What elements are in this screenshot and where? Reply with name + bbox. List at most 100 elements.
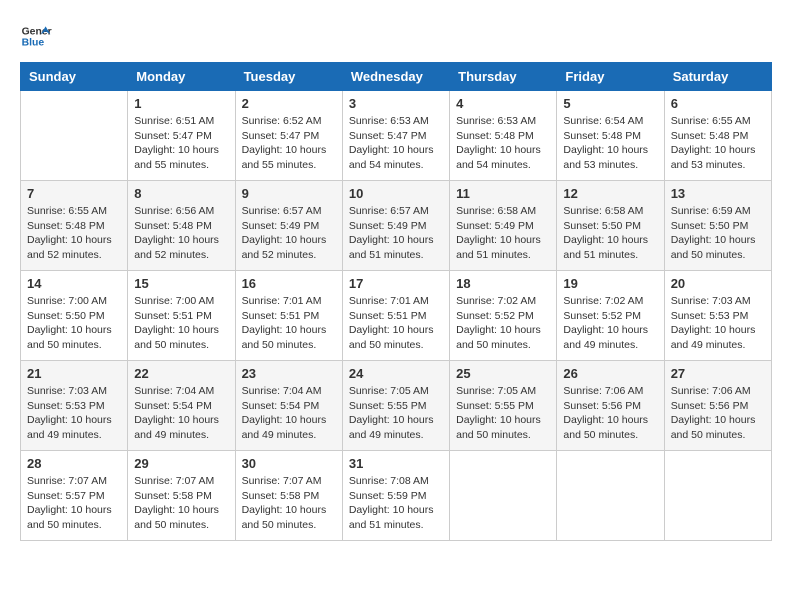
day-number: 24 [349, 366, 443, 381]
calendar-cell: 18 Sunrise: 7:02 AMSunset: 5:52 PMDayligh… [450, 271, 557, 361]
page-header: General Blue [20, 20, 772, 52]
day-number: 11 [456, 186, 550, 201]
svg-text:Blue: Blue [22, 38, 45, 49]
calendar-cell: 23 Sunrise: 7:04 AMSunset: 5:54 PMDayligh… [235, 361, 342, 451]
day-number: 25 [456, 366, 550, 381]
calendar-cell: 6Sunrise: 6:55 AMSunset: 5:48 PMDaylight… [664, 91, 771, 181]
day-info: Sunrise: 7:02 AMSunset: 5:52 PMDaylight:… [563, 294, 657, 353]
day-number: 23 [242, 366, 336, 381]
day-number: 22 [134, 366, 228, 381]
weekday-header-tuesday: Tuesday [235, 63, 342, 91]
day-info: Sunrise: 7:01 AMSunset: 5:51 PMDaylight:… [242, 294, 336, 353]
day-number: 4 [456, 96, 550, 111]
day-info: Sunrise: 6:56 AMSunset: 5:48 PMDaylight:… [134, 204, 228, 263]
weekday-header-wednesday: Wednesday [342, 63, 449, 91]
day-info: Sunrise: 6:57 AMSunset: 5:49 PMDaylight:… [349, 204, 443, 263]
logo: General Blue [20, 20, 52, 52]
calendar-cell: 17 Sunrise: 7:01 AMSunset: 5:51 PMDayligh… [342, 271, 449, 361]
day-info: Sunrise: 6:58 AMSunset: 5:49 PMDaylight:… [456, 204, 550, 263]
day-number: 7 [27, 186, 121, 201]
day-info: Sunrise: 6:57 AMSunset: 5:49 PMDaylight:… [242, 204, 336, 263]
day-info: Sunrise: 6:52 AMSunset: 5:47 PMDaylight:… [242, 114, 336, 173]
calendar-cell: 4 Sunrise: 6:53 AMSunset: 5:48 PMDaylight… [450, 91, 557, 181]
day-number: 27 [671, 366, 765, 381]
calendar-week-4: 21Sunrise: 7:03 AMSunset: 5:53 PMDayligh… [21, 361, 772, 451]
calendar-week-2: 7 Sunrise: 6:55 AMSunset: 5:48 PMDaylight… [21, 181, 772, 271]
weekday-header-row: SundayMondayTuesdayWednesdayThursdayFrid… [21, 63, 772, 91]
calendar-cell: 3Sunrise: 6:53 AMSunset: 5:47 PMDaylight… [342, 91, 449, 181]
day-info: Sunrise: 6:53 AMSunset: 5:48 PMDaylight:… [456, 114, 550, 173]
calendar-week-3: 14 Sunrise: 7:00 AMSunset: 5:50 PMDayligh… [21, 271, 772, 361]
calendar-cell: 14 Sunrise: 7:00 AMSunset: 5:50 PMDayligh… [21, 271, 128, 361]
day-number: 31 [349, 456, 443, 471]
day-number: 6 [671, 96, 765, 111]
calendar-cell: 9 Sunrise: 6:57 AMSunset: 5:49 PMDaylight… [235, 181, 342, 271]
day-info: Sunrise: 7:00 AMSunset: 5:51 PMDaylight:… [134, 294, 228, 353]
calendar-cell: 16Sunrise: 7:01 AMSunset: 5:51 PMDayligh… [235, 271, 342, 361]
calendar-cell: 26 Sunrise: 7:06 AMSunset: 5:56 PMDayligh… [557, 361, 664, 451]
day-number: 19 [563, 276, 657, 291]
weekday-header-monday: Monday [128, 63, 235, 91]
day-number: 26 [563, 366, 657, 381]
calendar-cell: 25 Sunrise: 7:05 AMSunset: 5:55 PMDayligh… [450, 361, 557, 451]
day-number: 9 [242, 186, 336, 201]
calendar-cell: 28 Sunrise: 7:07 AMSunset: 5:57 PMDayligh… [21, 451, 128, 541]
calendar-cell: 31Sunrise: 7:08 AMSunset: 5:59 PMDayligh… [342, 451, 449, 541]
calendar-cell: 24 Sunrise: 7:05 AMSunset: 5:55 PMDayligh… [342, 361, 449, 451]
day-number: 8 [134, 186, 228, 201]
day-number: 20 [671, 276, 765, 291]
day-info: Sunrise: 6:58 AMSunset: 5:50 PMDaylight:… [563, 204, 657, 263]
day-number: 3 [349, 96, 443, 111]
day-info: Sunrise: 6:51 AMSunset: 5:47 PMDaylight:… [134, 114, 228, 173]
calendar-cell: 19 Sunrise: 7:02 AMSunset: 5:52 PMDayligh… [557, 271, 664, 361]
calendar-cell: 5Sunrise: 6:54 AMSunset: 5:48 PMDaylight… [557, 91, 664, 181]
day-number: 14 [27, 276, 121, 291]
day-number: 30 [242, 456, 336, 471]
day-number: 17 [349, 276, 443, 291]
day-number: 21 [27, 366, 121, 381]
day-info: Sunrise: 7:05 AMSunset: 5:55 PMDaylight:… [349, 384, 443, 443]
day-info: Sunrise: 7:05 AMSunset: 5:55 PMDaylight:… [456, 384, 550, 443]
weekday-header-thursday: Thursday [450, 63, 557, 91]
day-info: Sunrise: 7:01 AMSunset: 5:51 PMDaylight:… [349, 294, 443, 353]
day-number: 12 [563, 186, 657, 201]
calendar-cell: 12 Sunrise: 6:58 AMSunset: 5:50 PMDayligh… [557, 181, 664, 271]
day-number: 18 [456, 276, 550, 291]
day-info: Sunrise: 7:07 AMSunset: 5:58 PMDaylight:… [134, 474, 228, 533]
calendar-week-5: 28 Sunrise: 7:07 AMSunset: 5:57 PMDayligh… [21, 451, 772, 541]
day-info: Sunrise: 7:03 AMSunset: 5:53 PMDaylight:… [671, 294, 765, 353]
calendar-cell: 2Sunrise: 6:52 AMSunset: 5:47 PMDaylight… [235, 91, 342, 181]
day-number: 5 [563, 96, 657, 111]
calendar-cell: 29 Sunrise: 7:07 AMSunset: 5:58 PMDayligh… [128, 451, 235, 541]
day-info: Sunrise: 6:55 AMSunset: 5:48 PMDaylight:… [27, 204, 121, 263]
day-info: Sunrise: 6:59 AMSunset: 5:50 PMDaylight:… [671, 204, 765, 263]
day-number: 28 [27, 456, 121, 471]
day-info: Sunrise: 7:04 AMSunset: 5:54 PMDaylight:… [134, 384, 228, 443]
day-info: Sunrise: 7:07 AMSunset: 5:57 PMDaylight:… [27, 474, 121, 533]
weekday-header-friday: Friday [557, 63, 664, 91]
calendar-cell: 27 Sunrise: 7:06 AMSunset: 5:56 PMDayligh… [664, 361, 771, 451]
day-number: 29 [134, 456, 228, 471]
calendar-cell: 20 Sunrise: 7:03 AMSunset: 5:53 PMDayligh… [664, 271, 771, 361]
calendar-cell [664, 451, 771, 541]
calendar-cell: 21Sunrise: 7:03 AMSunset: 5:53 PMDayligh… [21, 361, 128, 451]
calendar-cell [557, 451, 664, 541]
calendar-cell: 11 Sunrise: 6:58 AMSunset: 5:49 PMDayligh… [450, 181, 557, 271]
day-number: 15 [134, 276, 228, 291]
day-info: Sunrise: 7:06 AMSunset: 5:56 PMDaylight:… [563, 384, 657, 443]
day-info: Sunrise: 7:04 AMSunset: 5:54 PMDaylight:… [242, 384, 336, 443]
calendar-cell: 15 Sunrise: 7:00 AMSunset: 5:51 PMDayligh… [128, 271, 235, 361]
calendar-cell: 1 Sunrise: 6:51 AMSunset: 5:47 PMDaylight… [128, 91, 235, 181]
calendar-week-1: 1 Sunrise: 6:51 AMSunset: 5:47 PMDaylight… [21, 91, 772, 181]
day-info: Sunrise: 7:02 AMSunset: 5:52 PMDaylight:… [456, 294, 550, 353]
day-number: 1 [134, 96, 228, 111]
calendar-cell: 22 Sunrise: 7:04 AMSunset: 5:54 PMDayligh… [128, 361, 235, 451]
calendar-cell [21, 91, 128, 181]
day-number: 13 [671, 186, 765, 201]
calendar-table: SundayMondayTuesdayWednesdayThursdayFrid… [20, 62, 772, 541]
day-info: Sunrise: 7:00 AMSunset: 5:50 PMDaylight:… [27, 294, 121, 353]
calendar-cell [450, 451, 557, 541]
day-info: Sunrise: 7:06 AMSunset: 5:56 PMDaylight:… [671, 384, 765, 443]
calendar-cell: 8 Sunrise: 6:56 AMSunset: 5:48 PMDaylight… [128, 181, 235, 271]
calendar-cell: 30Sunrise: 7:07 AMSunset: 5:58 PMDayligh… [235, 451, 342, 541]
